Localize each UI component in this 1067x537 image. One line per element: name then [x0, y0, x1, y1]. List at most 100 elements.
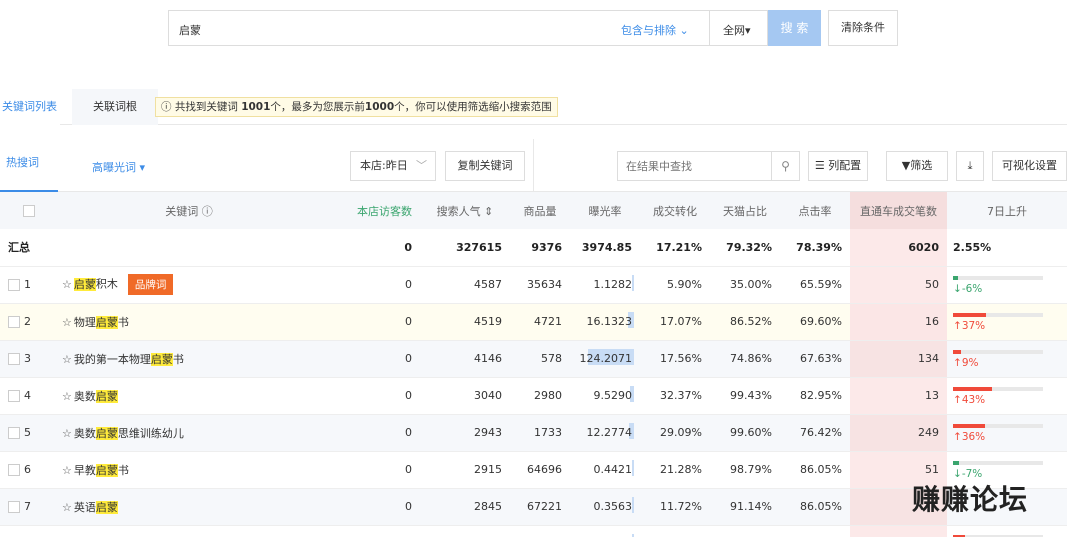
summary-visits: 0 — [320, 229, 420, 267]
table-row[interactable]: 5 ☆ 奥数启蒙思维训练幼儿 0 2943 1733 12.2774 29.09% 99.60%… — [0, 414, 1067, 452]
col-conversion[interactable]: 成交转化 — [640, 192, 710, 229]
table-row[interactable]: 2 ☆ 物理启蒙书 0 4519 4721 16.1323 17.07% 86.52% 69.60… — [0, 303, 1067, 341]
search-button[interactable]: 搜 索 — [768, 10, 821, 46]
summary-keyword-cell — [58, 229, 320, 267]
table-row[interactable]: 8☆数字启蒙教具0248733076.047919.70%76.49%75.86… — [0, 525, 1067, 537]
star-icon[interactable]: ☆ — [62, 316, 72, 329]
exposure-cell: 16.1323 — [570, 303, 640, 341]
tab-hot-search[interactable]: 热搜词 — [0, 139, 58, 192]
exposure-value: 1.1282 — [593, 278, 633, 291]
keyword-highlight: 启蒙 — [95, 426, 118, 440]
popularity-cell: 4519 — [420, 303, 510, 341]
search-icon[interactable]: ⚲ — [771, 152, 799, 180]
keyword-cell[interactable]: ☆数字启蒙教具 — [58, 525, 320, 537]
filter-button[interactable]: ▼筛选 — [886, 151, 948, 181]
visual-settings-button[interactable]: 可视化设置 — [992, 151, 1067, 181]
row-checkbox[interactable] — [8, 500, 20, 513]
exposure-wrap: 1.1282 — [593, 275, 634, 291]
trend-arrow-icon: ↑ — [953, 393, 962, 406]
filter-label: 筛选 — [910, 159, 933, 172]
keyword-suffix: 书 — [117, 463, 129, 477]
copy-keywords-button[interactable]: 复制关键词 — [445, 151, 525, 181]
keyword-cell[interactable]: ☆ 物理启蒙书 — [58, 303, 320, 341]
chevron-down-icon: ⌄ — [679, 24, 689, 37]
ztc-cell: 249 — [850, 414, 947, 452]
ctr-cell: 82.95% — [780, 377, 850, 415]
download-button[interactable]: ⤓ — [956, 151, 984, 181]
table-row[interactable]: 1 ☆ 启蒙积木 品牌词 0 4587 35634 1.1282 5.90% 35.00% 65.5… — [0, 266, 1067, 304]
col-ztc-orders[interactable]: 直通车成交笔数 — [850, 192, 947, 229]
clear-conditions-button[interactable]: 清除条件 — [828, 10, 898, 46]
select-all-checkbox[interactable] — [23, 205, 35, 217]
table-row[interactable]: 3 ☆ 我的第一本物理启蒙书 0 4146 578 124.2071 17.56% 74.86%… — [0, 340, 1067, 378]
search-bar[interactable]: 启蒙 包含与排除 ⌄ 全网▾ — [168, 10, 768, 46]
row-select-cell: 8 — [0, 525, 58, 537]
tmall-cell: 86.52% — [710, 303, 780, 341]
col-goods[interactable]: 商品量 — [510, 192, 570, 229]
table-row[interactable]: 6 ☆ 早教启蒙书 0 2915 64696 0.4421 21.28% 98.79% 86.05… — [0, 451, 1067, 489]
star-icon[interactable]: ☆ — [62, 278, 72, 291]
popularity-cell: 2943 — [420, 414, 510, 452]
exposure-cell: 1.1282 — [570, 266, 640, 304]
tab-related-roots[interactable]: 关联词根 — [72, 89, 158, 125]
star-icon[interactable]: ☆ — [62, 501, 72, 514]
ztc-cell: 13 — [850, 377, 947, 415]
high-exposure-dropdown[interactable]: 高曝光词 ▾ — [92, 159, 145, 175]
row-checkbox[interactable] — [8, 352, 20, 365]
funnel-icon: ▼ — [901, 159, 911, 172]
row-checkbox[interactable] — [8, 278, 20, 291]
star-icon[interactable]: ☆ — [62, 464, 72, 477]
conversion-cell: 5.90% — [640, 266, 710, 304]
col-store-visits[interactable]: 本店访客数 — [320, 192, 420, 229]
col-keyword[interactable]: 关键词 ⓘ — [58, 192, 320, 229]
row-checkbox[interactable] — [8, 463, 20, 476]
sort-icon[interactable]: ⇕ — [484, 205, 493, 218]
col-7day-trend[interactable]: 7日上升 — [947, 192, 1067, 229]
keyword-cell[interactable]: ☆ 启蒙积木 品牌词 — [58, 266, 320, 304]
summary-ctr: 78.39% — [780, 229, 850, 267]
keyword-cell[interactable]: ☆ 奥数启蒙思维训练幼儿 — [58, 414, 320, 452]
store-period-select[interactable]: 本店:昨日 ﹀ — [350, 151, 436, 181]
keyword-cell[interactable]: ☆ 奥数启蒙 — [58, 377, 320, 415]
table-row[interactable]: 7 ☆ 英语启蒙 0 2845 67221 0.3563 11.72% 91.14% 86.05% — [0, 488, 1067, 526]
star-icon[interactable]: ☆ — [62, 390, 72, 403]
keyword-cell[interactable]: ☆ 英语启蒙 — [58, 488, 320, 526]
tmall-cell: 74.86% — [710, 340, 780, 378]
chevron-down-icon: ﹀ — [416, 159, 427, 172]
keyword-cell[interactable]: ☆ 我的第一本物理启蒙书 — [58, 340, 320, 378]
col-popularity[interactable]: 搜索人气 ⇕ — [420, 192, 510, 229]
popularity-cell: 4146 — [420, 340, 510, 378]
table-row[interactable]: 4 ☆ 奥数启蒙 0 3040 2980 9.5290 32.37% 99.43% 82.95% 1… — [0, 377, 1067, 415]
ztc-cell: 16 — [850, 303, 947, 341]
watermark: 赚赚论坛 — [912, 483, 1029, 516]
find-input[interactable] — [618, 152, 768, 180]
row-checkbox[interactable] — [8, 315, 20, 328]
trend-arrow-icon: ↓ — [953, 282, 962, 295]
summary-label: 汇总 — [0, 229, 58, 267]
col-tmall-share[interactable]: 天猫占比 — [710, 192, 780, 229]
find-in-results: ⚲ — [617, 151, 800, 181]
tab-keyword-list[interactable]: 关键词列表 — [0, 89, 60, 125]
tmall-cell: 99.60% — [710, 414, 780, 452]
scope-dropdown[interactable]: 全网▾ — [723, 22, 751, 38]
search-query[interactable]: 启蒙 — [179, 22, 201, 38]
trend-arrow-icon: ↑ — [953, 430, 962, 443]
col-exposure[interactable]: 曝光率 — [570, 192, 640, 229]
summary-tmall: 79.32% — [710, 229, 780, 267]
row-checkbox[interactable] — [8, 389, 20, 402]
store-visits-cell: 0 — [320, 303, 420, 341]
star-icon[interactable]: ☆ — [62, 427, 72, 440]
popularity-cell: 2915 — [420, 451, 510, 489]
keyword-cell[interactable]: ☆ 早教启蒙书 — [58, 451, 320, 489]
goods-cell: 2980 — [510, 377, 570, 415]
include-exclude-dropdown[interactable]: 包含与排除 ⌄ — [621, 22, 689, 38]
exposure-value: 9.5290 — [593, 389, 633, 402]
row-select-cell: 1 — [0, 266, 58, 304]
column-config-button[interactable]: ☰ 列配置 — [808, 151, 868, 181]
row-checkbox[interactable] — [8, 426, 20, 439]
star-icon[interactable]: ☆ — [62, 353, 72, 366]
brand-tag: 品牌词 — [127, 274, 174, 295]
col-ctr[interactable]: 点击率 — [780, 192, 850, 229]
ctr-cell: 67.63% — [780, 340, 850, 378]
help-icon[interactable]: ⓘ — [202, 205, 213, 218]
